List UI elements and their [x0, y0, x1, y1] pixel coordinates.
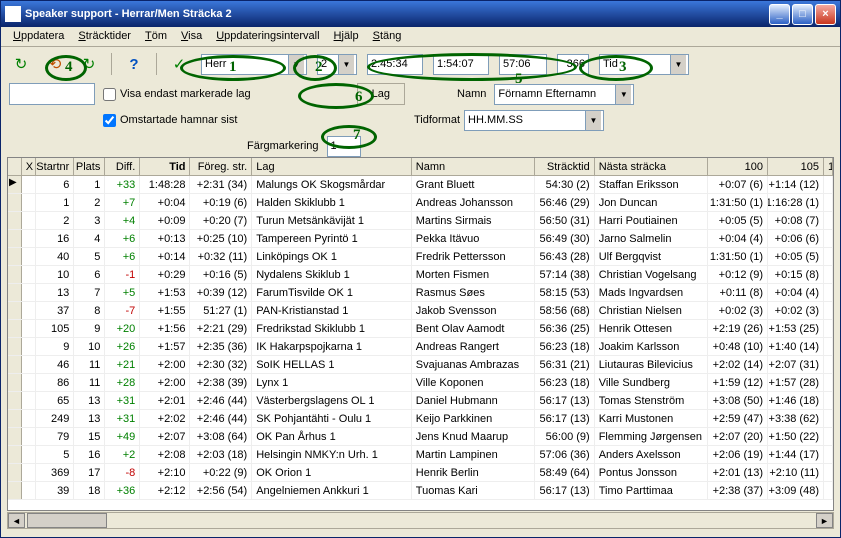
col-tid[interactable]: Tid [140, 158, 190, 175]
scroll-left-button[interactable]: ◄ [8, 513, 25, 528]
menu-uppdatera[interactable]: Uppdatera [7, 29, 70, 44]
chevron-down-icon[interactable]: ▼ [338, 55, 354, 74]
filter-field[interactable] [9, 83, 95, 105]
sync-icon: ⟲ [49, 55, 62, 73]
table-row[interactable]: 5 16 +2 +2:08 +2:03 (18) Helsingin NMKY:… [8, 446, 833, 464]
namn-label: Namn [457, 88, 486, 100]
menubar: Uppdatera Sträcktider Töm Visa Uppdateri… [1, 27, 840, 47]
restart-checkbox[interactable]: Omstartade hamnar sist [103, 114, 237, 127]
namn-combo[interactable]: ▼ [494, 84, 634, 105]
namn-combo-input[interactable] [495, 85, 615, 104]
sync-button[interactable]: ⟲ [43, 52, 67, 76]
col-100[interactable]: 100 [708, 158, 768, 175]
table-row[interactable]: 369 17 -8 +2:10 +0:22 (9) OK Orion 1 Hen… [8, 464, 833, 482]
check-icon: ✓ [173, 55, 186, 73]
col-strack[interactable]: Sträcktid [535, 158, 595, 175]
class-combo[interactable]: ▼ [201, 54, 307, 75]
chevron-down-icon[interactable]: ▼ [585, 111, 601, 130]
chevron-down-icon[interactable]: ▼ [670, 55, 686, 74]
time-b-field[interactable] [433, 54, 489, 75]
table-row[interactable]: 46 11 +21 +2:00 +2:30 (32) SoIK HELLAS 1… [8, 356, 833, 374]
tidformat-label: Tidformat [414, 114, 460, 126]
horizontal-scrollbar[interactable]: ◄ ► [7, 512, 834, 529]
table-row[interactable]: 249 13 +31 +2:02 +2:46 (44) SK Pohjantäh… [8, 410, 833, 428]
table-row[interactable]: 86 11 +28 +2:00 +2:38 (39) Lynx 1 Ville … [8, 374, 833, 392]
farg-label: Färgmarkering [247, 140, 319, 152]
menu-stracktider[interactable]: Sträcktider [72, 29, 137, 44]
chevron-down-icon[interactable]: ▼ [615, 85, 631, 104]
table-row[interactable]: 65 13 +31 +2:01 +2:46 (44) Västerbergsla… [8, 392, 833, 410]
table-row[interactable]: 13 7 +5 +1:53 +0:39 (12) FarumTisvilde O… [8, 284, 833, 302]
table-row[interactable]: 1 2 +7 +0:04 +0:19 (6) Halden Skiklubb 1… [8, 194, 833, 212]
redo-icon: ↻ [83, 55, 96, 73]
table-row[interactable]: 37 8 -7 +1:55 51:27 (1) PAN-Kristianstad… [8, 302, 833, 320]
col-nasta[interactable]: Nästa sträcka [595, 158, 709, 175]
titlebar: Speaker support - Herrar/Men Sträcka 2 _… [1, 1, 840, 27]
tidformat-combo[interactable]: ▼ [464, 110, 604, 131]
results-grid[interactable]: X Startnr Plats Diff. Tid Föreg. str. La… [7, 157, 834, 511]
sort-combo-input[interactable] [600, 55, 670, 74]
grid-header: X Startnr Plats Diff. Tid Föreg. str. La… [8, 158, 833, 176]
tidformat-combo-input[interactable] [465, 111, 585, 130]
close-button[interactable]: × [815, 4, 836, 25]
grid-body[interactable]: 6 1 +33 1:48:28 +2:31 (34) Malungs OK Sk… [8, 176, 833, 510]
marked-checkbox-input[interactable] [103, 88, 116, 101]
table-row[interactable]: 105 9 +20 +1:56 +2:21 (29) Fredrikstad S… [8, 320, 833, 338]
farg-field[interactable] [327, 136, 361, 157]
refresh-icon: ↻ [15, 55, 28, 73]
restart-checkbox-label: Omstartade hamnar sist [120, 114, 237, 126]
table-row[interactable]: 16 4 +6 +0:13 +0:25 (10) Tampereen Pyrin… [8, 230, 833, 248]
table-row[interactable]: 2 3 +4 +0:09 +0:20 (7) Turun Metsänkävij… [8, 212, 833, 230]
col-plats[interactable]: Plats [74, 158, 105, 175]
col-foreg[interactable]: Föreg. str. [190, 158, 252, 175]
col-namn[interactable]: Namn [412, 158, 535, 175]
class-combo-input[interactable] [202, 55, 288, 74]
col-startnr[interactable]: Startnr [36, 158, 75, 175]
maximize-button[interactable]: □ [792, 4, 813, 25]
minimize-button[interactable]: _ [769, 4, 790, 25]
scroll-thumb[interactable] [27, 513, 107, 528]
col-diff[interactable]: Diff. [105, 158, 140, 175]
leg-combo[interactable]: ▼ [317, 54, 357, 75]
table-row[interactable]: 40 5 +6 +0:14 +0:32 (11) Linköpings OK 1… [8, 248, 833, 266]
help-button[interactable]: ? [122, 52, 146, 76]
toolbar: ↻ ⟲ ↻ ? ✓ ▼ ▼ ▼ [1, 47, 840, 81]
marked-checkbox-label: Visa endast markerade lag [120, 88, 251, 100]
marked-checkbox[interactable]: Visa endast markerade lag [103, 88, 251, 101]
menu-tom[interactable]: Töm [139, 29, 173, 44]
table-row[interactable]: 9 10 +26 +1:57 +2:35 (36) IK Hakarpspojk… [8, 338, 833, 356]
time-a-field[interactable] [367, 54, 423, 75]
help-icon: ? [129, 56, 138, 73]
col-lag[interactable]: Lag [252, 158, 412, 175]
menu-stang[interactable]: Stäng [367, 29, 408, 44]
app-icon [5, 6, 21, 22]
leg-combo-input[interactable] [318, 55, 338, 74]
redo-button[interactable]: ↻ [77, 52, 101, 76]
table-row[interactable]: 10 6 -1 +0:29 +0:16 (5) Nydalens Skiklub… [8, 266, 833, 284]
menu-visa[interactable]: Visa [175, 29, 208, 44]
col-105[interactable]: 105 [768, 158, 824, 175]
check-button[interactable]: ✓ [167, 52, 191, 76]
row-pointer-icon: ▶ [9, 177, 17, 188]
sort-combo[interactable]: ▼ [599, 54, 689, 75]
table-row[interactable]: 39 18 +36 +2:12 +2:56 (54) Angelniemen A… [8, 482, 833, 500]
col-x[interactable]: X [22, 158, 36, 175]
restart-checkbox-input[interactable] [103, 114, 116, 127]
table-row[interactable]: 6 1 +33 1:48:28 +2:31 (34) Malungs OK Sk… [8, 176, 833, 194]
chevron-down-icon[interactable]: ▼ [288, 55, 304, 74]
menu-hjalp[interactable]: Hjälp [328, 29, 365, 44]
table-row[interactable]: 79 15 +49 +2:07 +3:08 (64) OK Pan Århus … [8, 428, 833, 446]
lag-button[interactable]: Lag [357, 83, 405, 105]
menu-intervall[interactable]: Uppdateringsintervall [210, 29, 325, 44]
time-c-field[interactable] [499, 54, 547, 75]
window-title: Speaker support - Herrar/Men Sträcka 2 [25, 8, 232, 20]
col-last[interactable]: 1 [824, 158, 833, 175]
count-field[interactable] [557, 54, 589, 75]
scroll-right-button[interactable]: ► [816, 513, 833, 528]
refresh-button[interactable]: ↻ [9, 52, 33, 76]
